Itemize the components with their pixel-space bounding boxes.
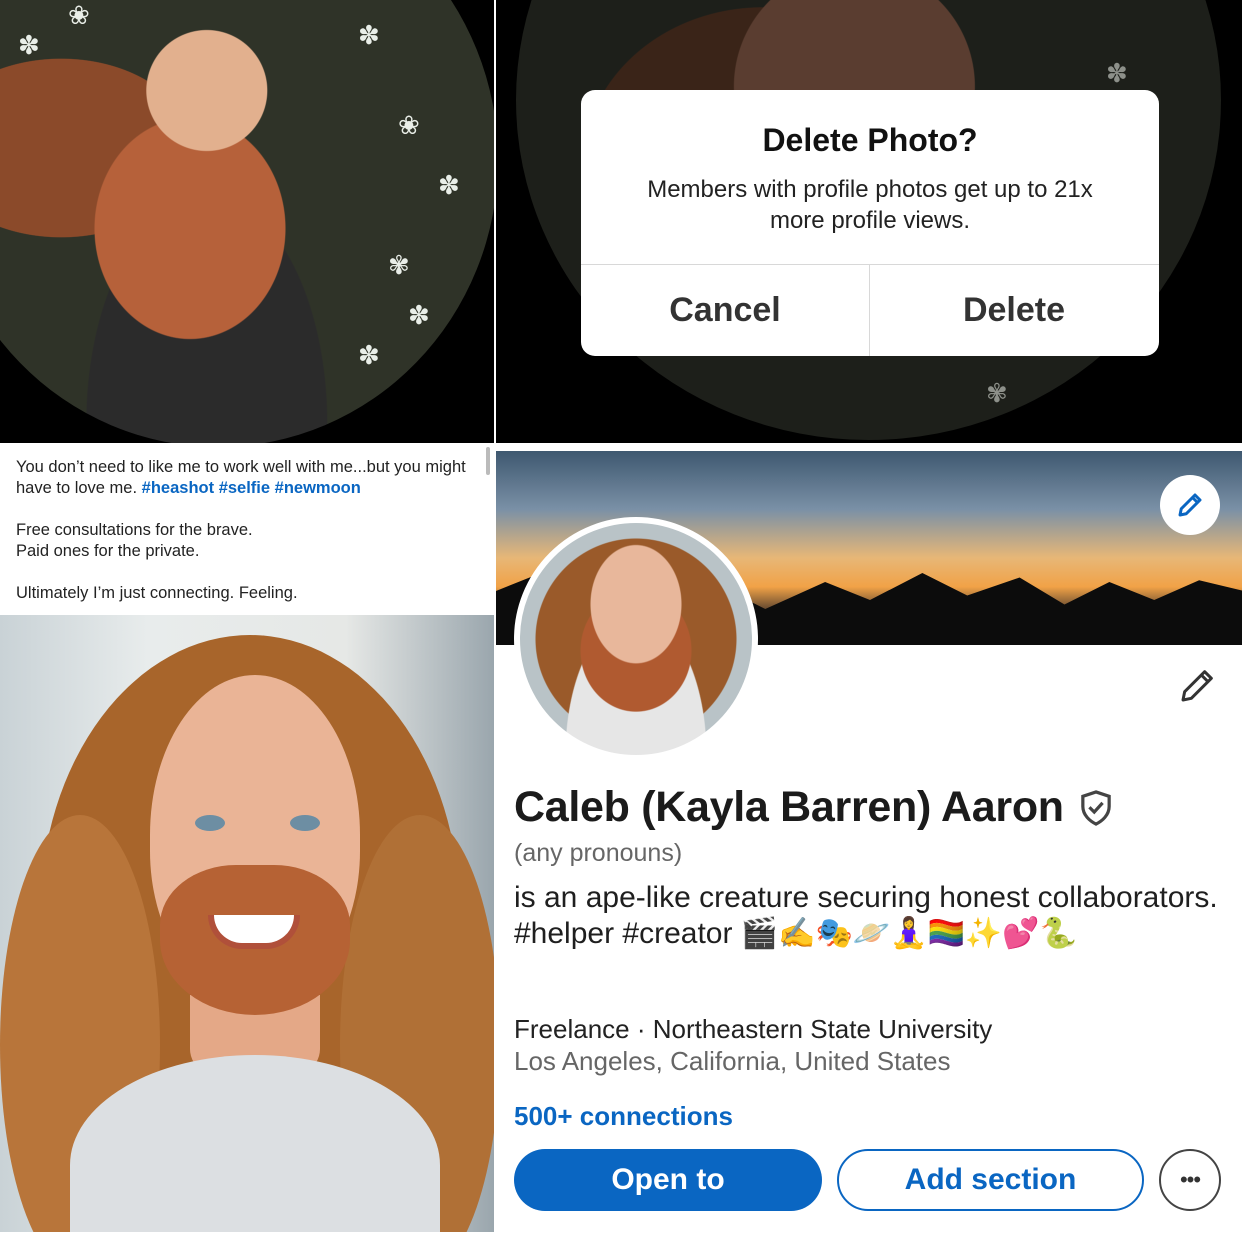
flower-decoration: ✾ — [986, 378, 1008, 408]
eye-shape — [290, 815, 320, 831]
edit-banner-button[interactable] — [1160, 475, 1220, 535]
flower-decoration: ✽ — [358, 340, 380, 370]
profile-card: Caleb (Kayla Barren) Aaron (any pronouns… — [494, 445, 1242, 1242]
flower-decoration: ❀ — [398, 110, 420, 140]
flower-decoration: ✽ — [438, 170, 460, 200]
portrait-photo — [0, 615, 494, 1232]
connections-link[interactable]: 500+ connections — [514, 1101, 733, 1132]
flower-decoration: ✽ — [408, 300, 430, 330]
flower-decoration: ✾ — [388, 250, 410, 280]
caption-paragraph: You don’t need to like me to work well w… — [16, 457, 478, 499]
dialog-message: Members with profile photos get up to 21… — [647, 176, 1093, 234]
profile-name: Caleb (Kayla Barren) Aaron — [514, 783, 1064, 831]
profile-headline: is an ape-like creature securing honest … — [514, 881, 1218, 950]
cancel-button[interactable]: Cancel — [581, 265, 869, 356]
eye-shape — [195, 815, 225, 831]
location: Los Angeles, California, United States — [514, 1046, 951, 1076]
pencil-icon — [1178, 493, 1202, 517]
flower-decoration: ✽ — [18, 30, 40, 60]
pronouns: (any pronouns) — [514, 839, 683, 867]
delete-button[interactable]: Delete — [870, 265, 1158, 356]
caption-line: Free consultations for the brave. — [16, 521, 253, 539]
caption-line: Ultimately I’m just connecting. Feeling. — [16, 584, 298, 602]
open-to-button[interactable]: Open to — [514, 1149, 822, 1211]
flower-decoration: ❀ — [68, 0, 90, 30]
name-row: Caleb (Kayla Barren) Aaron — [514, 783, 1114, 832]
add-section-button[interactable]: Add section — [837, 1149, 1144, 1211]
flower-decoration: ✽ — [358, 20, 380, 50]
delete-photo-screen: ✽ ✽ ❀ ✾ ✽ Delete Photo? Members with pro… — [494, 0, 1242, 445]
profile-photo-circle: ✽ ✽ ❀ ✽ ✾ ✽ ❀ ✽ — [0, 0, 494, 445]
shield-check-icon[interactable] — [1078, 789, 1114, 827]
caption-line: Paid ones for the private. — [16, 542, 200, 560]
dialog-title: Delete Photo? — [762, 122, 978, 158]
scrollbar[interactable] — [486, 447, 490, 475]
delete-photo-dialog: Delete Photo? Members with profile photo… — [581, 90, 1159, 356]
caption-hashtags[interactable]: #heashot #selfie #newmoon — [142, 479, 361, 497]
work-education: Freelance · Northeastern State Universit… — [514, 1014, 993, 1044]
more-button[interactable]: ••• — [1159, 1149, 1221, 1211]
flower-decoration: ✽ — [1106, 58, 1128, 88]
edit-intro-button[interactable] — [1172, 659, 1224, 711]
pencil-icon — [1181, 670, 1213, 702]
ellipsis-icon: ••• — [1179, 1167, 1201, 1192]
post-caption: You don’t need to like me to work well w… — [0, 445, 494, 615]
profile-photo-closeup: ✽ ✽ ❀ ✽ ✾ ✽ ❀ ✽ — [0, 0, 494, 445]
avatar[interactable] — [514, 517, 758, 761]
